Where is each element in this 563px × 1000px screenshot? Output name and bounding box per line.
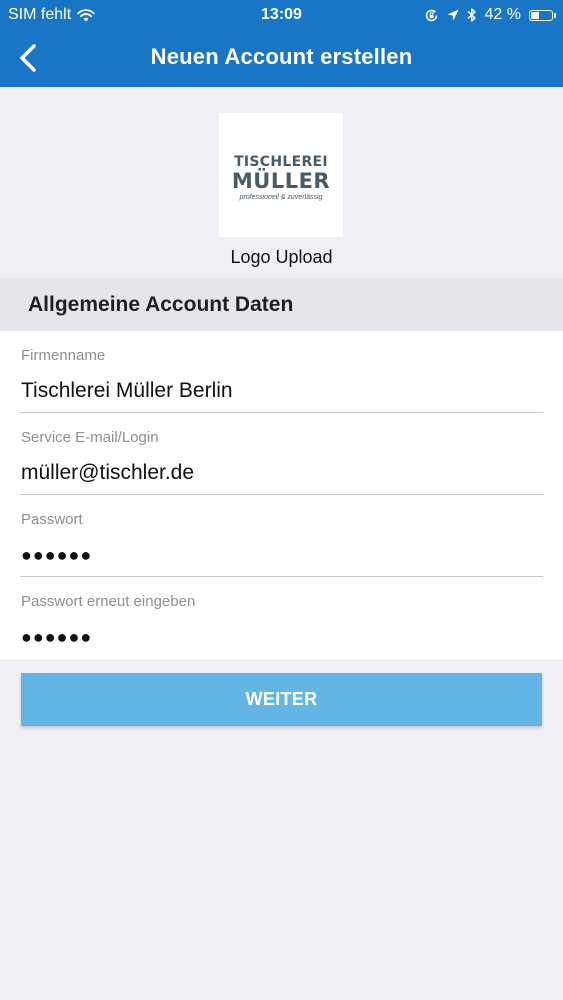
- bluetooth-icon: [467, 7, 477, 23]
- password-confirm-input[interactable]: ●●●●●●: [21, 627, 541, 648]
- logo-upload-label[interactable]: Logo Upload: [0, 247, 563, 268]
- company-name-input[interactable]: Tischlerei Müller Berlin: [21, 379, 541, 403]
- section-header: Allgemeine Account Daten: [0, 278, 563, 331]
- logo-tagline: professionell & zuverlässig: [239, 193, 323, 201]
- battery-icon: [529, 9, 556, 21]
- app-header: SIM fehlt 13:09 42 % Neuen Account erste…: [0, 0, 563, 87]
- email-label: Service E-mail/Login: [21, 429, 159, 446]
- company-name-field: Firmenname Tischlerei Müller Berlin: [20, 331, 543, 413]
- password-field: Passwort ●●●●●●: [20, 495, 543, 577]
- weiter-button[interactable]: WEITER: [21, 673, 542, 726]
- password-confirm-field: Passwort erneut eingeben ●●●●●●: [20, 577, 543, 659]
- password-label: Passwort: [21, 511, 83, 528]
- logo-text-line1: TISCHLEREI: [234, 153, 328, 170]
- status-right: 42 %: [424, 6, 556, 24]
- battery-percent: 42 %: [484, 6, 521, 23]
- section-title: Allgemeine Account Daten: [28, 293, 294, 316]
- status-bar: SIM fehlt 13:09 42 %: [0, 0, 563, 30]
- company-name-label: Firmenname: [21, 347, 106, 364]
- password-confirm-label: Passwort erneut eingeben: [21, 593, 196, 610]
- logo-text-line2: MÜLLER: [231, 168, 331, 193]
- logo-upload-image[interactable]: TISCHLEREI MÜLLER professionell & zuverl…: [219, 113, 343, 237]
- battery-level-fill: [531, 11, 539, 19]
- page-title: Neuen Account erstellen: [150, 44, 413, 69]
- account-form: Firmenname Tischlerei Müller Berlin Serv…: [0, 331, 563, 659]
- navigation-bar: Neuen Account erstellen: [0, 30, 563, 87]
- email-field: Service E-mail/Login müller@tischler.de: [20, 413, 543, 495]
- rotation-lock-icon: [424, 8, 439, 23]
- app-screen: SIM fehlt 13:09 42 % Neuen Account erste…: [0, 0, 563, 1000]
- email-input[interactable]: müller@tischler.de: [21, 461, 541, 485]
- password-input[interactable]: ●●●●●●: [21, 545, 541, 566]
- location-arrow-icon: [447, 9, 459, 21]
